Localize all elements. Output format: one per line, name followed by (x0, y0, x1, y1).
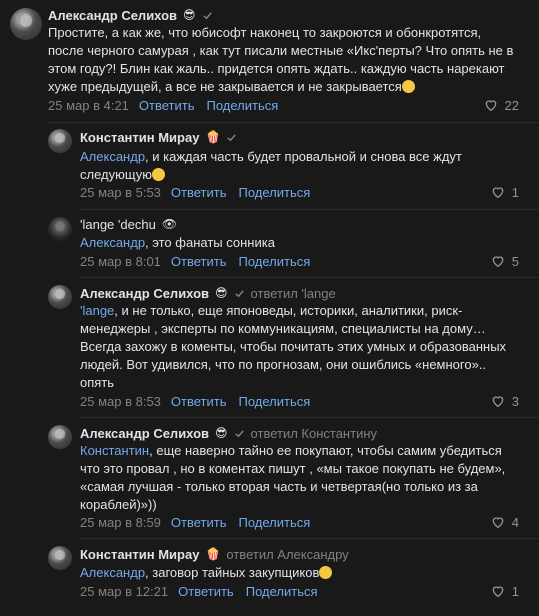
heart-icon (485, 100, 496, 112)
reply-button[interactable]: Ответить (171, 515, 227, 530)
sunglasses-emoji: 😎 (215, 286, 228, 300)
popcorn-emoji: 🍿 (205, 130, 221, 144)
comment-date[interactable]: 25 мар в 8:01 (80, 254, 161, 269)
comment-meta: 25 мар в 4:21 Ответить Поделиться (48, 96, 290, 114)
heart-icon (492, 517, 504, 529)
divider (80, 538, 539, 539)
heart-icon (492, 396, 504, 408)
comment-date[interactable]: 25 мар в 12:21 (80, 584, 168, 599)
comment-meta: 25 мар в 12:21 Ответить Поделиться (80, 582, 330, 600)
author-name[interactable]: 'lange 'dechu (80, 217, 156, 232)
mention-link[interactable]: Константин (80, 443, 149, 458)
replied-to-label[interactable]: ответил 'lange (251, 286, 336, 301)
like-count: 3 (511, 393, 519, 409)
like-button[interactable]: 1 (490, 183, 519, 201)
like-count: 4 (511, 514, 519, 530)
comment-meta: 25 мар в 5:53 Ответить Поделиться (80, 183, 322, 201)
check-icon (234, 289, 244, 297)
avatar[interactable] (48, 285, 72, 309)
popcorn-emoji: 🍿 (205, 547, 221, 561)
divider (48, 122, 539, 123)
mention-link[interactable]: 'lange (80, 303, 114, 318)
share-button[interactable]: Поделиться (238, 394, 310, 409)
like-button[interactable]: 22 (483, 96, 519, 114)
check-icon (234, 429, 244, 437)
share-button[interactable]: Поделиться (206, 98, 278, 113)
author-name[interactable]: Александр Селихов (48, 8, 177, 23)
reply-button[interactable]: Ответить (171, 254, 227, 269)
like-count: 1 (511, 184, 519, 200)
comment-header: Александр Селихов 😎 ответил 'lange (80, 284, 336, 302)
laugh-emoji (319, 566, 333, 579)
author-name[interactable]: Александр Селихов (80, 286, 209, 301)
comment-header: Константин Мирау 🍿 (80, 128, 237, 146)
avatar[interactable] (48, 425, 72, 449)
heart-icon (492, 586, 504, 598)
like-button[interactable]: 3 (490, 392, 519, 410)
comment-header: Константин Мирау 🍿 ответил Александру (80, 545, 349, 563)
laugh-emoji (151, 168, 165, 181)
comment-body: , заговор тайных закупщиков (145, 565, 320, 580)
comment-meta: 25 мар в 8:01 Ответить Поделиться (80, 252, 322, 270)
avatar[interactable] (48, 129, 72, 153)
avatar[interactable] (48, 217, 72, 241)
comment-date[interactable]: 25 мар в 5:53 (80, 185, 161, 200)
like-button[interactable]: 5 (490, 252, 519, 270)
reply-button[interactable]: Ответить (171, 394, 227, 409)
like-button[interactable]: 4 (490, 513, 519, 531)
comment-header: Александр Селихов 😎 (48, 6, 213, 24)
avatar[interactable] (10, 8, 42, 40)
reply-button[interactable]: Ответить (171, 185, 227, 200)
sunglasses-emoji: 😎 (183, 8, 196, 22)
replied-to-label[interactable]: ответил Александру (226, 547, 348, 562)
comment-text: Константин, еще наверно тайно ее покупаю… (80, 442, 535, 514)
comment-meta: 25 мар в 8:59 Ответить Поделиться (80, 513, 322, 531)
comment-body: , это фанаты сонника (145, 235, 275, 250)
smile-emoji (401, 80, 415, 93)
comment-body: Простите, а как же, что юбисофт наконец … (48, 25, 514, 94)
comment-date[interactable]: 25 мар в 8:53 (80, 394, 161, 409)
check-icon (227, 133, 237, 141)
share-button[interactable]: Поделиться (238, 254, 310, 269)
comment-text: 'lange, и не только, еще японоведы, исто… (80, 302, 535, 392)
comment-text: Александр, это фанаты сонника (80, 234, 530, 252)
comment-text: Простите, а как же, что юбисофт наконец … (48, 24, 528, 96)
comment-header: 'lange 'dechu 👁 (80, 215, 177, 233)
comment-date[interactable]: 25 мар в 4:21 (48, 98, 129, 113)
avatar[interactable] (48, 546, 72, 570)
author-name[interactable]: Константин Мирау (80, 130, 199, 145)
like-button[interactable]: 1 (490, 582, 519, 600)
reply-button[interactable]: Ответить (178, 584, 234, 599)
like-count: 5 (511, 253, 519, 269)
comment-date[interactable]: 25 мар в 8:59 (80, 515, 161, 530)
divider (80, 209, 539, 210)
like-count: 22 (504, 97, 519, 113)
comments-thread: Александр Селихов 😎 Простите, а как же, … (0, 0, 539, 616)
heart-icon (492, 187, 504, 199)
sunglasses-emoji: 😎 (215, 426, 228, 440)
check-icon (202, 11, 212, 19)
author-name[interactable]: Александр Селихов (80, 426, 209, 441)
replied-to-label[interactable]: ответил Константину (251, 426, 377, 441)
comment-text: Александр, и каждая часть будет провальн… (80, 148, 530, 184)
share-button[interactable]: Поделиться (238, 515, 310, 530)
comment-header: Александр Селихов 😎 ответил Константину (80, 424, 377, 442)
divider (80, 277, 539, 278)
reply-button[interactable]: Ответить (139, 98, 195, 113)
heart-icon (492, 256, 504, 268)
share-button[interactable]: Поделиться (246, 584, 318, 599)
comment-body: , и не только, еще японоведы, историки, … (80, 303, 507, 390)
mention-link[interactable]: Александр (80, 235, 145, 250)
eye-emoji: 👁 (161, 217, 178, 231)
divider (80, 417, 539, 418)
share-button[interactable]: Поделиться (238, 185, 310, 200)
comment-text: Александр, заговор тайных закупщиков (80, 564, 535, 582)
author-name[interactable]: Константин Мирау (80, 547, 199, 562)
like-count: 1 (511, 583, 519, 599)
comment-meta: 25 мар в 8:53 Ответить Поделиться (80, 392, 322, 410)
mention-link[interactable]: Александр (80, 149, 145, 164)
mention-link[interactable]: Александр (80, 565, 145, 580)
